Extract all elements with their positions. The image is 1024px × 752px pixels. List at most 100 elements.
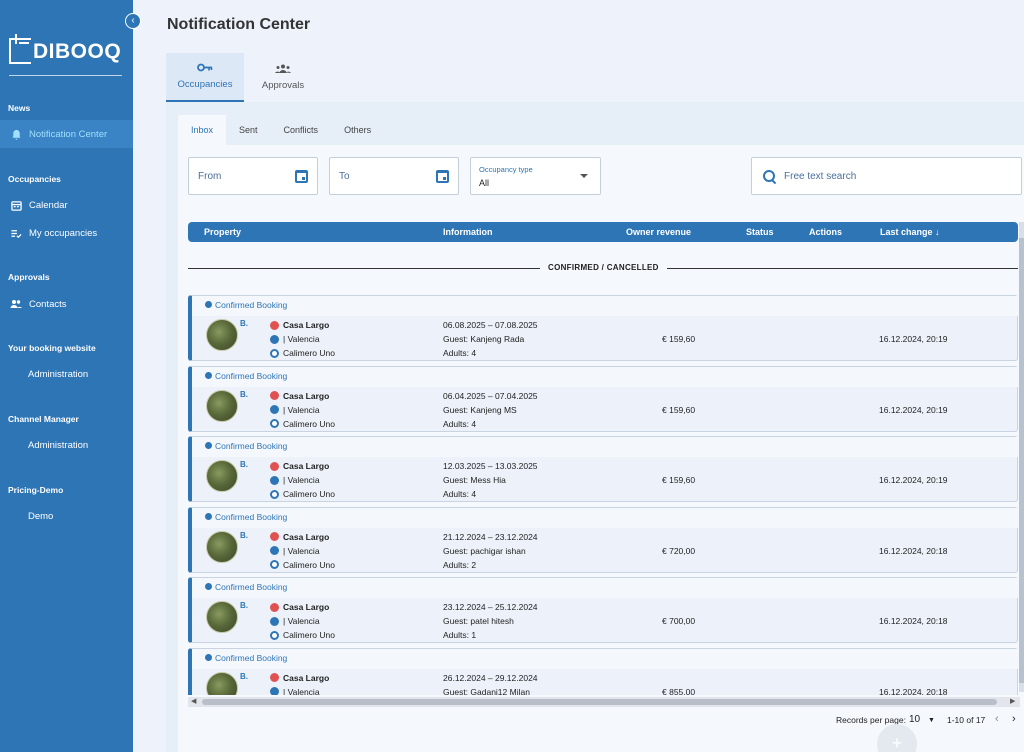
col-last-change[interactable]: Last change ↓: [880, 227, 940, 237]
sidebar-item-channel-administration[interactable]: Administration: [0, 431, 133, 459]
col-owner-revenue[interactable]: Owner revenue: [626, 227, 691, 237]
table-row[interactable]: Confirmed BookingB.Casa Largo| ValenciaC…: [188, 647, 1018, 696]
tab-label: Approvals: [261, 80, 305, 91]
avatar-initial: B.: [240, 601, 248, 610]
sidebar-section-approvals: Approvals: [8, 272, 50, 282]
row-status: Confirmed Booking: [215, 582, 288, 592]
row-header: [192, 366, 1018, 387]
row-property[interactable]: Casa Largo: [270, 602, 329, 612]
sidebar-item-my-occupancies[interactable]: My occupancies: [0, 219, 133, 247]
row-property[interactable]: Casa Largo: [270, 461, 329, 471]
row-status: Confirmed Booking: [215, 652, 288, 663]
row-property[interactable]: Casa Largo: [270, 532, 329, 542]
vertical-scrollbar-thumb[interactable]: [1019, 238, 1024, 683]
avatar: [206, 530, 238, 563]
row-header: [192, 437, 1018, 457]
row-revenue: € 855,00: [662, 686, 696, 696]
page-size-caret-icon[interactable]: ▼: [928, 717, 935, 724]
col-information[interactable]: Information: [443, 227, 493, 237]
page-range: 1-10 of 17: [947, 715, 986, 725]
row-location: | Valencia: [270, 687, 320, 695]
search-field[interactable]: Free text search: [751, 157, 1022, 195]
table-row[interactable]: Confirmed BookingB.Casa Largo| ValenciaC…: [188, 577, 1018, 643]
calendar-icon[interactable]: [435, 169, 449, 183]
group-icon: [275, 64, 291, 76]
sidebar-item-demo[interactable]: Demo: [0, 502, 133, 530]
sidebar-item-label: Notification Center: [29, 128, 108, 140]
owner-icon: [270, 630, 279, 640]
row-dates: 21.12.2024 – 23.12.2024: [443, 531, 538, 542]
occupancy-type-label: Occupancy type: [479, 165, 533, 174]
row-owner: Calimero Uno: [270, 630, 335, 640]
col-status[interactable]: Status: [746, 227, 774, 237]
row-property[interactable]: Casa Largo: [270, 320, 329, 330]
occupancy-type-value: All: [479, 178, 490, 188]
sidebar-item-label: Administration: [28, 368, 89, 380]
row-adults: Adults: 4: [443, 489, 477, 499]
tab-occupancies[interactable]: Occupancies: [166, 53, 244, 102]
row-adults: Adults: 1: [443, 630, 477, 640]
row-guest: Guest: Kanjeng MS: [443, 404, 517, 415]
status-dot-icon: [205, 301, 212, 308]
row-property[interactable]: Casa Largo: [270, 391, 329, 401]
table-row[interactable]: Confirmed BookingB.Casa Largo| ValenciaC…: [188, 365, 1018, 432]
property-name: Casa Largo: [283, 390, 330, 401]
scroll-left-icon[interactable]: ◀: [191, 697, 196, 705]
page-size-select[interactable]: 10: [909, 714, 920, 725]
sidebar-item-label: Demo: [28, 510, 54, 522]
brand-logo[interactable]: DIBOOQ: [9, 30, 121, 64]
row-property[interactable]: Casa Largo: [270, 673, 329, 683]
table-row[interactable]: Confirmed BookingB.Casa Largo| ValenciaC…: [188, 295, 1018, 361]
row-owner: Calimero Uno: [270, 419, 335, 429]
to-date-placeholder: To: [339, 170, 350, 182]
sidebar-collapse-button[interactable]: ‹: [125, 13, 141, 29]
sidebar-item-label: Administration: [28, 439, 89, 451]
row-revenue: € 159,60: [662, 334, 696, 344]
person-icon: [270, 532, 279, 541]
row-revenue: € 700,00: [662, 616, 696, 626]
occupancy-type-select[interactable]: Occupancy type All: [470, 157, 601, 195]
owner-icon: [270, 560, 279, 569]
row-owner: Calimero Uno: [270, 348, 335, 358]
avatar-initial: B.: [240, 530, 248, 540]
brand-name: DIBOOQ: [33, 40, 122, 63]
person-icon: [270, 391, 279, 400]
subtab-others[interactable]: Others: [331, 115, 384, 145]
calendar-icon[interactable]: [294, 169, 308, 183]
location-icon: [270, 475, 279, 485]
table-row[interactable]: Confirmed BookingB.Casa Largo| ValenciaC…: [188, 506, 1018, 573]
horizontal-scrollbar-thumb[interactable]: [202, 699, 997, 705]
scroll-right-icon[interactable]: ▶: [1010, 697, 1015, 705]
property-name: Casa Largo: [283, 672, 330, 683]
row-last-change: 16.12.2024, 20:19: [879, 475, 948, 485]
sidebar-item-contacts[interactable]: Contacts: [0, 290, 133, 318]
avatar: [206, 319, 238, 351]
subtab-inbox[interactable]: Inbox: [178, 115, 227, 145]
row-guest: Guest: Gadani12 Milan: [443, 686, 530, 696]
to-date-field[interactable]: To: [329, 157, 459, 195]
row-revenue: € 159,60: [662, 404, 696, 415]
row-owner: Calimero Uno: [270, 489, 335, 499]
subtab-sent[interactable]: Sent: [226, 115, 271, 145]
sidebar-item-calendar[interactable]: Calendar: [0, 191, 133, 219]
location-text: | Valencia: [283, 404, 320, 415]
sidebar-item-booking-administration[interactable]: Administration: [0, 360, 133, 388]
group-label: CONFIRMED / CANCELLED: [540, 263, 667, 272]
from-date-field[interactable]: From: [188, 157, 318, 195]
col-property[interactable]: Property: [204, 227, 241, 237]
checklist-icon: [10, 227, 22, 239]
location-icon: [270, 687, 279, 695]
col-actions[interactable]: Actions: [809, 227, 842, 237]
person-icon: [270, 461, 279, 471]
sidebar-item-notification-center[interactable]: Notification Center: [0, 120, 133, 148]
next-page-icon[interactable]: ›: [1012, 713, 1016, 725]
subtab-conflicts[interactable]: Conflicts: [271, 115, 332, 145]
row-last-change: 16.12.2024, 20:18: [879, 686, 948, 696]
row-guest: Guest: patel hitesh: [443, 616, 514, 626]
prev-page-icon[interactable]: ‹: [995, 713, 999, 725]
row-location: | Valencia: [270, 405, 320, 415]
person-icon: [270, 320, 279, 330]
owner-name: Calimero Uno: [283, 489, 335, 499]
table-row[interactable]: Confirmed BookingB.Casa Largo| ValenciaC…: [188, 436, 1018, 502]
tab-approvals[interactable]: Approvals: [244, 53, 322, 102]
